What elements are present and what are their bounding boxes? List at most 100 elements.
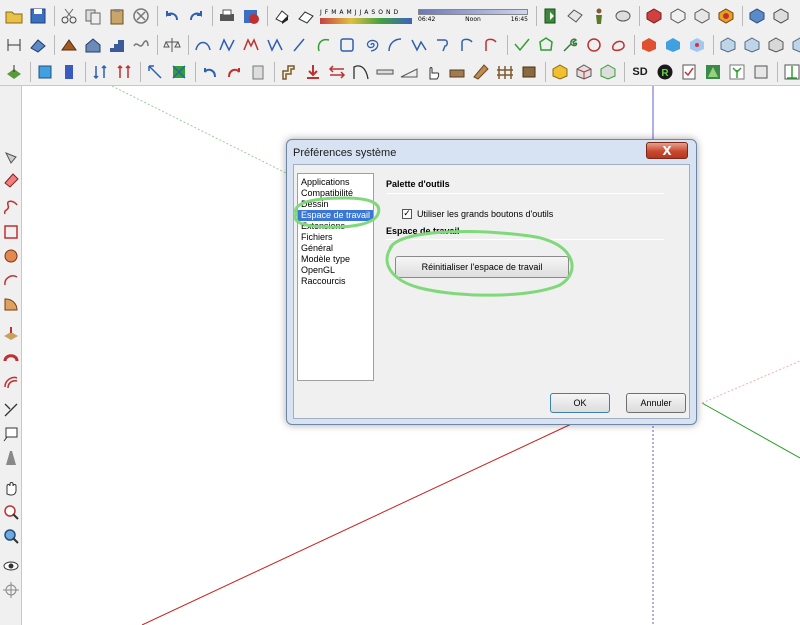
- checklist-icon[interactable]: [679, 62, 699, 82]
- left-view-icon[interactable]: [790, 35, 800, 55]
- front-view-icon[interactable]: [718, 35, 738, 55]
- shadow-date-slider[interactable]: J F M A M J J A S O N D: [320, 5, 412, 27]
- fence-icon[interactable]: [495, 62, 515, 82]
- shadows-toggle-icon[interactable]: [272, 6, 292, 26]
- rotate-left-icon[interactable]: [200, 62, 220, 82]
- look-around-icon[interactable]: [1, 556, 21, 576]
- beam-icon[interactable]: [375, 62, 395, 82]
- push-pull-icon[interactable]: [4, 62, 24, 82]
- plant-icon[interactable]: [727, 62, 747, 82]
- cut-icon[interactable]: [59, 6, 79, 26]
- ellipse-icon[interactable]: [608, 35, 628, 55]
- person-icon[interactable]: [589, 6, 609, 26]
- outliner-cube-icon[interactable]: [598, 62, 618, 82]
- components-icon[interactable]: [644, 6, 664, 26]
- level-icon[interactable]: [782, 62, 800, 82]
- reset-workspace-button[interactable]: Réinitialiser l'espace de travail: [395, 256, 569, 278]
- circle-red-icon[interactable]: [584, 35, 604, 55]
- red-cube-icon[interactable]: [639, 35, 659, 55]
- category-item-files[interactable]: Fichiers: [298, 232, 373, 243]
- redo-icon[interactable]: [186, 6, 206, 26]
- circle-tool-icon[interactable]: [1, 246, 21, 266]
- stairs-icon[interactable]: [279, 62, 299, 82]
- shadow-time-slider[interactable]: 06:42 Noon 16:45: [418, 9, 528, 23]
- multi-cube-icon[interactable]: [574, 62, 594, 82]
- spiral-icon[interactable]: [361, 35, 381, 55]
- move-up-icon[interactable]: [114, 62, 134, 82]
- copy-icon[interactable]: [83, 6, 103, 26]
- material-icon[interactable]: [692, 6, 712, 26]
- text-tool-icon[interactable]: [1, 424, 21, 444]
- curve-hook-icon[interactable]: [433, 35, 453, 55]
- arc-icon[interactable]: [385, 35, 405, 55]
- curve-r-red-icon[interactable]: [481, 35, 501, 55]
- close-button[interactable]: X: [646, 142, 688, 159]
- wrench-icon[interactable]: [560, 35, 580, 55]
- box-icon[interactable]: [751, 62, 771, 82]
- window-frame-icon[interactable]: [351, 62, 371, 82]
- scale-balance-icon[interactable]: [162, 35, 182, 55]
- iso-view-icon[interactable]: [747, 6, 767, 26]
- solid-union-icon[interactable]: [687, 35, 707, 55]
- ok-button[interactable]: OK: [550, 393, 610, 413]
- print-icon[interactable]: [217, 6, 237, 26]
- wave-tool-icon[interactable]: [131, 35, 151, 55]
- pie-tool-icon[interactable]: [1, 294, 21, 314]
- paste-icon[interactable]: [107, 6, 127, 26]
- section-plane-icon[interactable]: [541, 6, 561, 26]
- extrude-icon[interactable]: [59, 62, 79, 82]
- fit-view-icon[interactable]: [169, 62, 189, 82]
- roof-tool-icon[interactable]: [59, 35, 79, 55]
- pan-hand-icon[interactable]: [1, 478, 21, 498]
- polygon-icon[interactable]: [536, 35, 556, 55]
- slope-icon[interactable]: [399, 62, 419, 82]
- rect-tool-icon[interactable]: [1, 222, 21, 242]
- select-box-icon[interactable]: [1, 148, 21, 168]
- undo-icon[interactable]: [162, 6, 182, 26]
- category-item-workspace[interactable]: Espace de travail: [298, 210, 373, 221]
- arc-tool-icon[interactable]: [1, 270, 21, 290]
- curve-c-icon[interactable]: [313, 35, 333, 55]
- fog-icon[interactable]: [296, 6, 316, 26]
- offset-tool-icon[interactable]: [1, 372, 21, 392]
- category-item-applications[interactable]: Applications: [298, 177, 373, 188]
- follow-me-icon[interactable]: [28, 35, 48, 55]
- freehand-icon[interactable]: [1, 198, 21, 218]
- stair-tool-icon[interactable]: [107, 35, 127, 55]
- category-item-general[interactable]: Général: [298, 243, 373, 254]
- tape-measure-icon[interactable]: [1, 400, 21, 420]
- zoom-extents-icon[interactable]: [1, 526, 21, 546]
- 3d-text-icon[interactable]: [1, 448, 21, 468]
- followme-tool-icon[interactable]: [1, 348, 21, 368]
- yellow-cube-icon[interactable]: [550, 62, 570, 82]
- style-icon[interactable]: [668, 6, 688, 26]
- face-tool-icon[interactable]: [35, 62, 55, 82]
- right-view-icon[interactable]: [742, 35, 762, 55]
- dimension-tool-icon[interactable]: [4, 35, 24, 55]
- zoom-window-icon[interactable]: [1, 502, 21, 522]
- curve-m-icon[interactable]: [241, 35, 261, 55]
- curve-n-icon[interactable]: [217, 35, 237, 55]
- planks-icon[interactable]: [471, 62, 491, 82]
- hand-pointer-icon[interactable]: [423, 62, 443, 82]
- category-item-extensions[interactable]: Extensions: [298, 221, 373, 232]
- curve-r-icon[interactable]: [457, 35, 477, 55]
- rectangle-icon[interactable]: [337, 35, 357, 55]
- category-item-shortcuts[interactable]: Raccourcis: [298, 276, 373, 287]
- render-r-icon[interactable]: R: [655, 62, 675, 82]
- curve-v-icon[interactable]: [265, 35, 285, 55]
- house-tool-icon[interactable]: [83, 35, 103, 55]
- time-slider-track[interactable]: [418, 9, 528, 15]
- cancel-button[interactable]: Annuler: [626, 393, 686, 413]
- move-updown-icon[interactable]: [90, 62, 110, 82]
- section-display-icon[interactable]: [565, 6, 585, 26]
- extension-icon[interactable]: [716, 6, 736, 26]
- paste-in-place-icon[interactable]: [248, 62, 268, 82]
- eraser-icon[interactable]: [1, 170, 21, 190]
- save-icon[interactable]: [28, 6, 48, 26]
- pushpull-tool-icon[interactable]: [1, 324, 21, 344]
- category-item-compatibility[interactable]: Compatibilité: [298, 188, 373, 199]
- sd-button[interactable]: SD: [629, 62, 651, 82]
- sofa-icon[interactable]: [447, 62, 467, 82]
- erase-icon[interactable]: [131, 6, 151, 26]
